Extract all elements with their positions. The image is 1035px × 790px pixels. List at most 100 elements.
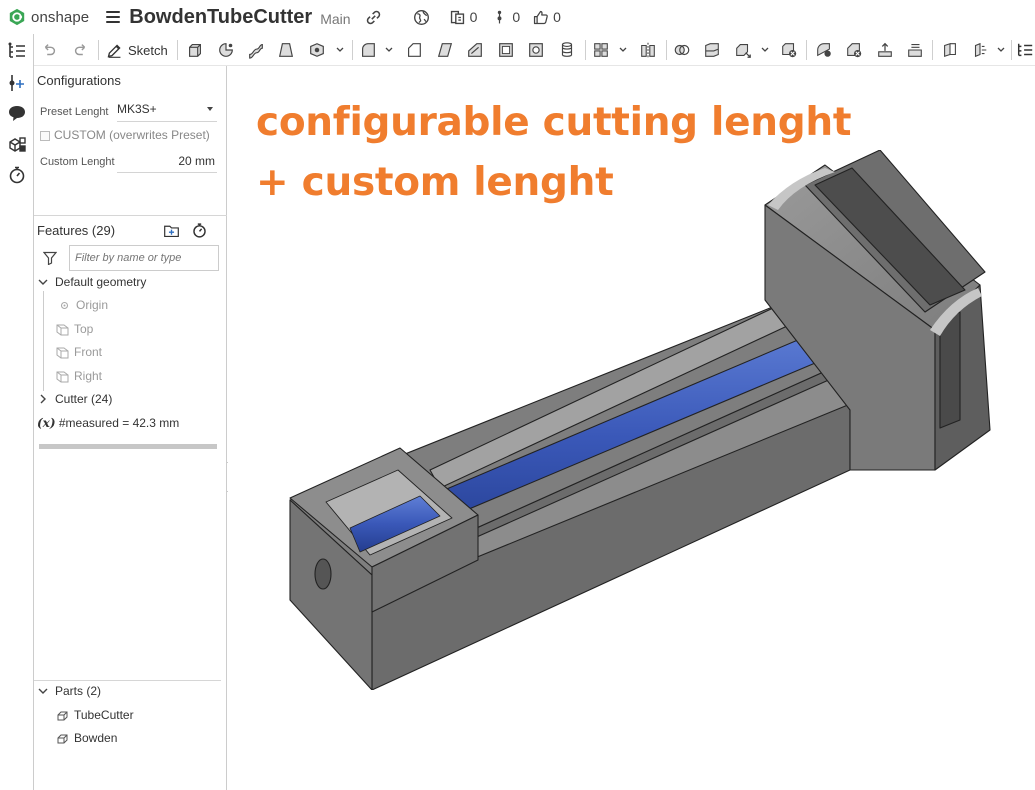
rollback-stopwatch-icon[interactable] — [190, 221, 208, 239]
part-label: TubeCutter — [74, 708, 134, 722]
feature-list-icon[interactable] — [5, 39, 29, 63]
variable-icon: (x) — [37, 416, 56, 430]
cutter-folder-label: Cutter (24) — [55, 392, 113, 406]
branches-count: 0 — [512, 9, 521, 25]
feature-overflow-icon[interactable] — [1015, 40, 1035, 60]
document-title[interactable]: BowdenTubeCutter — [129, 6, 312, 29]
right-label: Right — [74, 369, 103, 383]
rib-icon[interactable] — [465, 40, 485, 60]
globe-icon[interactable] — [413, 9, 430, 26]
modify-fillet-icon[interactable] — [814, 40, 834, 60]
mate-connector-icon[interactable] — [970, 40, 990, 60]
rollback-bar[interactable] — [39, 444, 217, 449]
tree-item-front[interactable]: Front — [56, 345, 102, 359]
chevron-down-icon — [38, 688, 48, 694]
versions-count: 0 — [469, 9, 478, 25]
pattern-icon[interactable] — [591, 40, 611, 60]
part-item-bowden[interactable]: Bowden — [56, 731, 117, 745]
workspace-label[interactable]: Main — [320, 11, 350, 27]
tube-cutter-model[interactable] — [280, 150, 1000, 690]
loft-icon[interactable] — [276, 40, 296, 60]
feature-toolbar: Sketch — [34, 34, 1035, 66]
parts-icon[interactable] — [5, 133, 29, 157]
menu-icon[interactable] — [106, 10, 121, 24]
pencil-icon — [107, 43, 121, 58]
transform-icon[interactable] — [733, 40, 753, 60]
chevron-down-icon[interactable] — [385, 46, 393, 54]
link-icon[interactable] — [365, 9, 382, 26]
comments-icon[interactable] — [5, 101, 29, 125]
dropdown-arrow-icon — [207, 107, 213, 111]
plane-icon — [56, 347, 69, 358]
sweep-icon[interactable] — [246, 40, 266, 60]
custom-length-label: Custom Lenght — [40, 156, 115, 168]
feature-panel: Configurations Preset Lenght MK3S+ CUSTO… — [34, 66, 227, 790]
tree-item-top[interactable]: Top — [56, 322, 93, 336]
preset-length-label: Preset Lenght — [40, 106, 109, 118]
chevron-down-icon[interactable] — [997, 46, 1005, 54]
origin-icon — [60, 301, 69, 309]
undo-icon[interactable] — [39, 40, 59, 60]
extrude-icon[interactable] — [185, 40, 205, 60]
annotation-line-1: configurable cutting lenght — [256, 100, 852, 145]
delete-face-icon[interactable] — [844, 40, 864, 60]
cutter-folder[interactable]: Cutter (24) — [38, 392, 112, 406]
default-geometry-label: Default geometry — [55, 275, 147, 289]
delete-part-icon[interactable] — [779, 40, 799, 60]
shell-icon[interactable] — [496, 40, 516, 60]
origin-label: Origin — [76, 298, 109, 312]
boolean-icon[interactable] — [672, 40, 692, 60]
stopwatch-icon[interactable] — [5, 163, 29, 187]
draft-icon[interactable] — [435, 40, 455, 60]
versions-icon[interactable]: 0 — [449, 9, 478, 26]
tree-item-origin[interactable]: Origin — [58, 298, 108, 312]
parts-title: Parts (2) — [55, 684, 102, 698]
onshape-logo[interactable]: onshape — [8, 8, 89, 26]
revolve-icon[interactable] — [216, 40, 236, 60]
default-geometry-folder[interactable]: Default geometry — [38, 275, 146, 289]
tree-item-right[interactable]: Right — [56, 369, 102, 383]
configurations-title: Configurations — [37, 73, 121, 88]
preset-length-value: MK3S+ — [117, 102, 157, 116]
hole-icon[interactable] — [526, 40, 546, 60]
thicken-icon[interactable] — [307, 40, 327, 60]
chevron-right-icon — [40, 394, 46, 404]
filter-icon[interactable] — [43, 251, 57, 265]
custom-length-input[interactable]: 20 mm — [117, 154, 217, 173]
feature-filter-input[interactable] — [69, 245, 219, 271]
sketch-button[interactable]: Sketch — [106, 40, 168, 60]
like-icon[interactable]: 0 — [532, 9, 561, 26]
sketch-label: Sketch — [128, 42, 168, 58]
front-label: Front — [74, 345, 103, 359]
split-icon[interactable] — [702, 40, 722, 60]
chevron-down-icon — [38, 279, 48, 285]
plane-icon[interactable] — [940, 40, 960, 60]
parts-folder[interactable]: Parts (2) — [38, 684, 101, 698]
thread-icon[interactable] — [557, 40, 577, 60]
add-folder-icon[interactable] — [162, 221, 180, 239]
add-variable-icon[interactable] — [5, 71, 29, 95]
replace-face-icon[interactable] — [905, 40, 925, 60]
mirror-icon[interactable] — [638, 40, 658, 60]
top-label: Top — [74, 322, 94, 336]
variable-text: #measured = 42.3 mm — [58, 416, 180, 430]
left-rail — [0, 34, 34, 790]
chevron-down-icon[interactable] — [761, 46, 769, 54]
likes-count: 0 — [553, 9, 561, 25]
onshape-logo-icon — [9, 8, 25, 26]
chamfer-icon[interactable] — [404, 40, 424, 60]
plane-icon — [56, 324, 69, 335]
fillet-icon[interactable] — [358, 40, 378, 60]
variable-feature[interactable]: (x) #measured = 42.3 mm — [37, 416, 179, 430]
move-face-icon[interactable] — [875, 40, 895, 60]
title-bar: onshape BowdenTubeCutter Main 0 0 0 — [0, 0, 1035, 34]
part-item-tubecutter[interactable]: TubeCutter — [56, 708, 134, 722]
chevron-down-icon[interactable] — [336, 46, 344, 54]
redo-icon[interactable] — [71, 40, 91, 60]
branch-icon[interactable]: 0 — [491, 9, 520, 26]
custom-checkbox[interactable] — [40, 131, 50, 141]
chevron-down-icon[interactable] — [619, 46, 627, 54]
features-title: Features (29) — [37, 223, 116, 238]
plane-icon — [56, 371, 69, 382]
preset-length-select[interactable]: MK3S+ — [117, 102, 217, 122]
